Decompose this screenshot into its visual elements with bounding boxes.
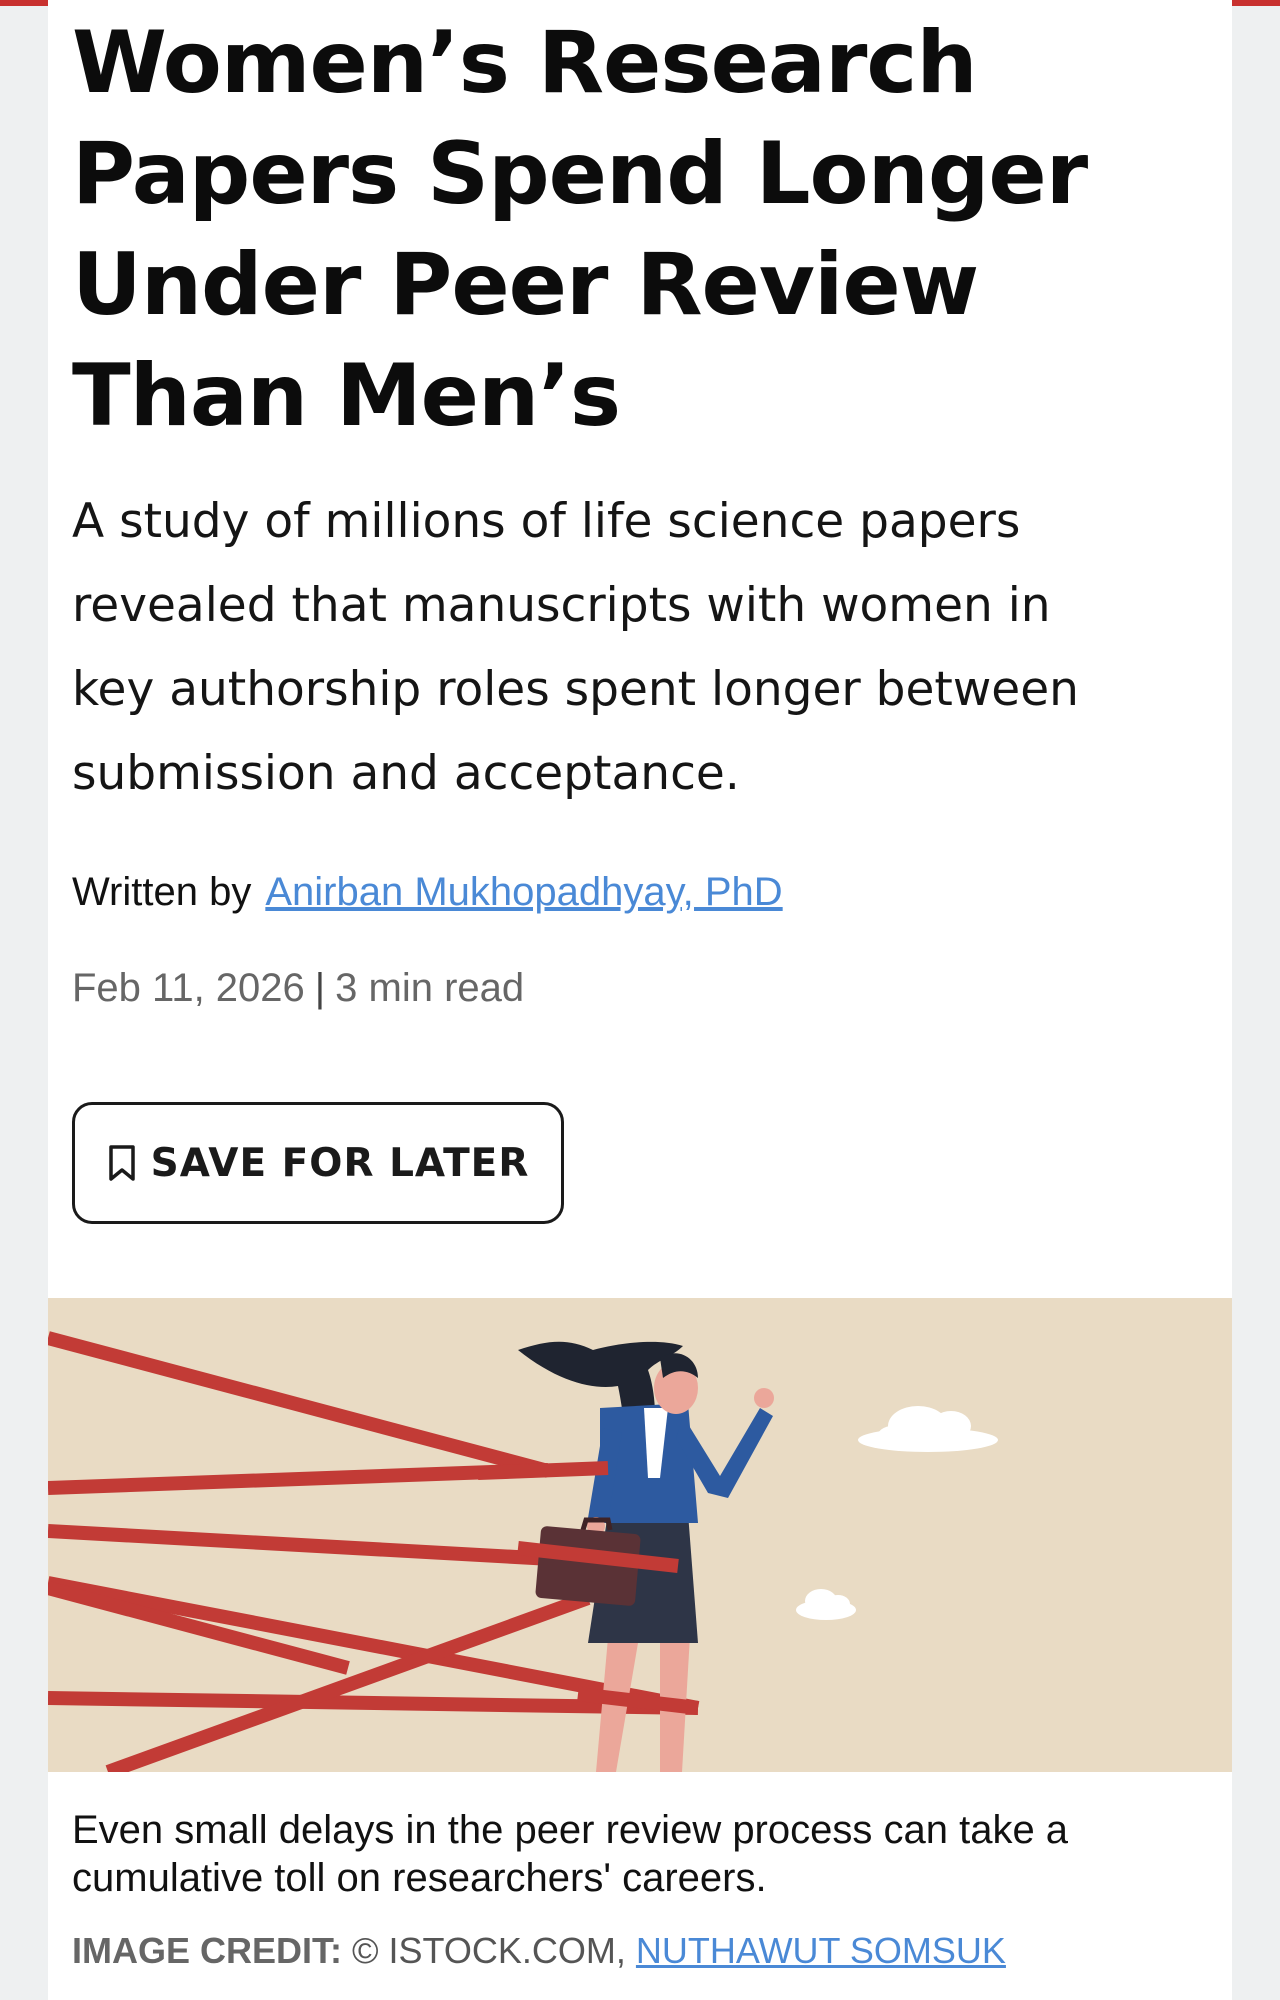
- image-credit-label: IMAGE CREDIT:: [72, 1930, 342, 1971]
- byline-prefix: Written by: [72, 870, 252, 914]
- headline-line: Than Men’s: [72, 346, 621, 446]
- image-credit-link[interactable]: NUTHAWUT SOMSUK: [636, 1930, 1006, 1971]
- bookmark-icon: [108, 1145, 135, 1181]
- article-dek: A study of millions of life science pape…: [72, 480, 1152, 816]
- image-credit-source: © ISTOCK.COM,: [352, 1930, 626, 1971]
- read-time: 3 min read: [335, 966, 525, 1010]
- woman-entangled-in-red-tape-illustration: [48, 1298, 1232, 1772]
- caption-line: Even small delays in the peer review pro…: [72, 1808, 1069, 1852]
- image-credit: IMAGE CREDIT: © ISTOCK.COM, NUTHAWUT SOM…: [72, 1930, 1006, 1972]
- dek-line: submission and acceptance.: [72, 746, 740, 801]
- dek-line: A study of millions of life science pape…: [72, 494, 1021, 549]
- save-for-later-label: SAVE FOR LATER: [150, 1140, 530, 1186]
- image-caption: Even small delays in the peer review pro…: [72, 1806, 1162, 1902]
- hero-image: [48, 1298, 1232, 1772]
- headline-line: Papers Spend Longer: [72, 124, 1088, 224]
- headline-line: Women’s Research: [72, 13, 978, 113]
- publish-date: Feb 11, 2026: [72, 966, 305, 1010]
- meta-separator: |: [314, 966, 326, 1010]
- headline-line: Under Peer Review: [72, 235, 979, 335]
- article-headline: Women’s Research Papers Spend Longer Und…: [72, 8, 1132, 452]
- dek-line: revealed that manuscripts with women in: [72, 578, 1051, 633]
- caption-line: cumulative toll on researchers' careers.: [72, 1856, 767, 1900]
- article-meta: Feb 11, 2026 | 3 min read: [72, 966, 524, 1011]
- byline: Written by Anirban Mukhopadhyay, PhD: [72, 870, 783, 915]
- dek-line: key authorship roles spent longer betwee…: [72, 662, 1079, 717]
- save-for-later-button[interactable]: SAVE FOR LATER: [72, 1102, 564, 1224]
- author-link[interactable]: Anirban Mukhopadhyay, PhD: [265, 870, 782, 914]
